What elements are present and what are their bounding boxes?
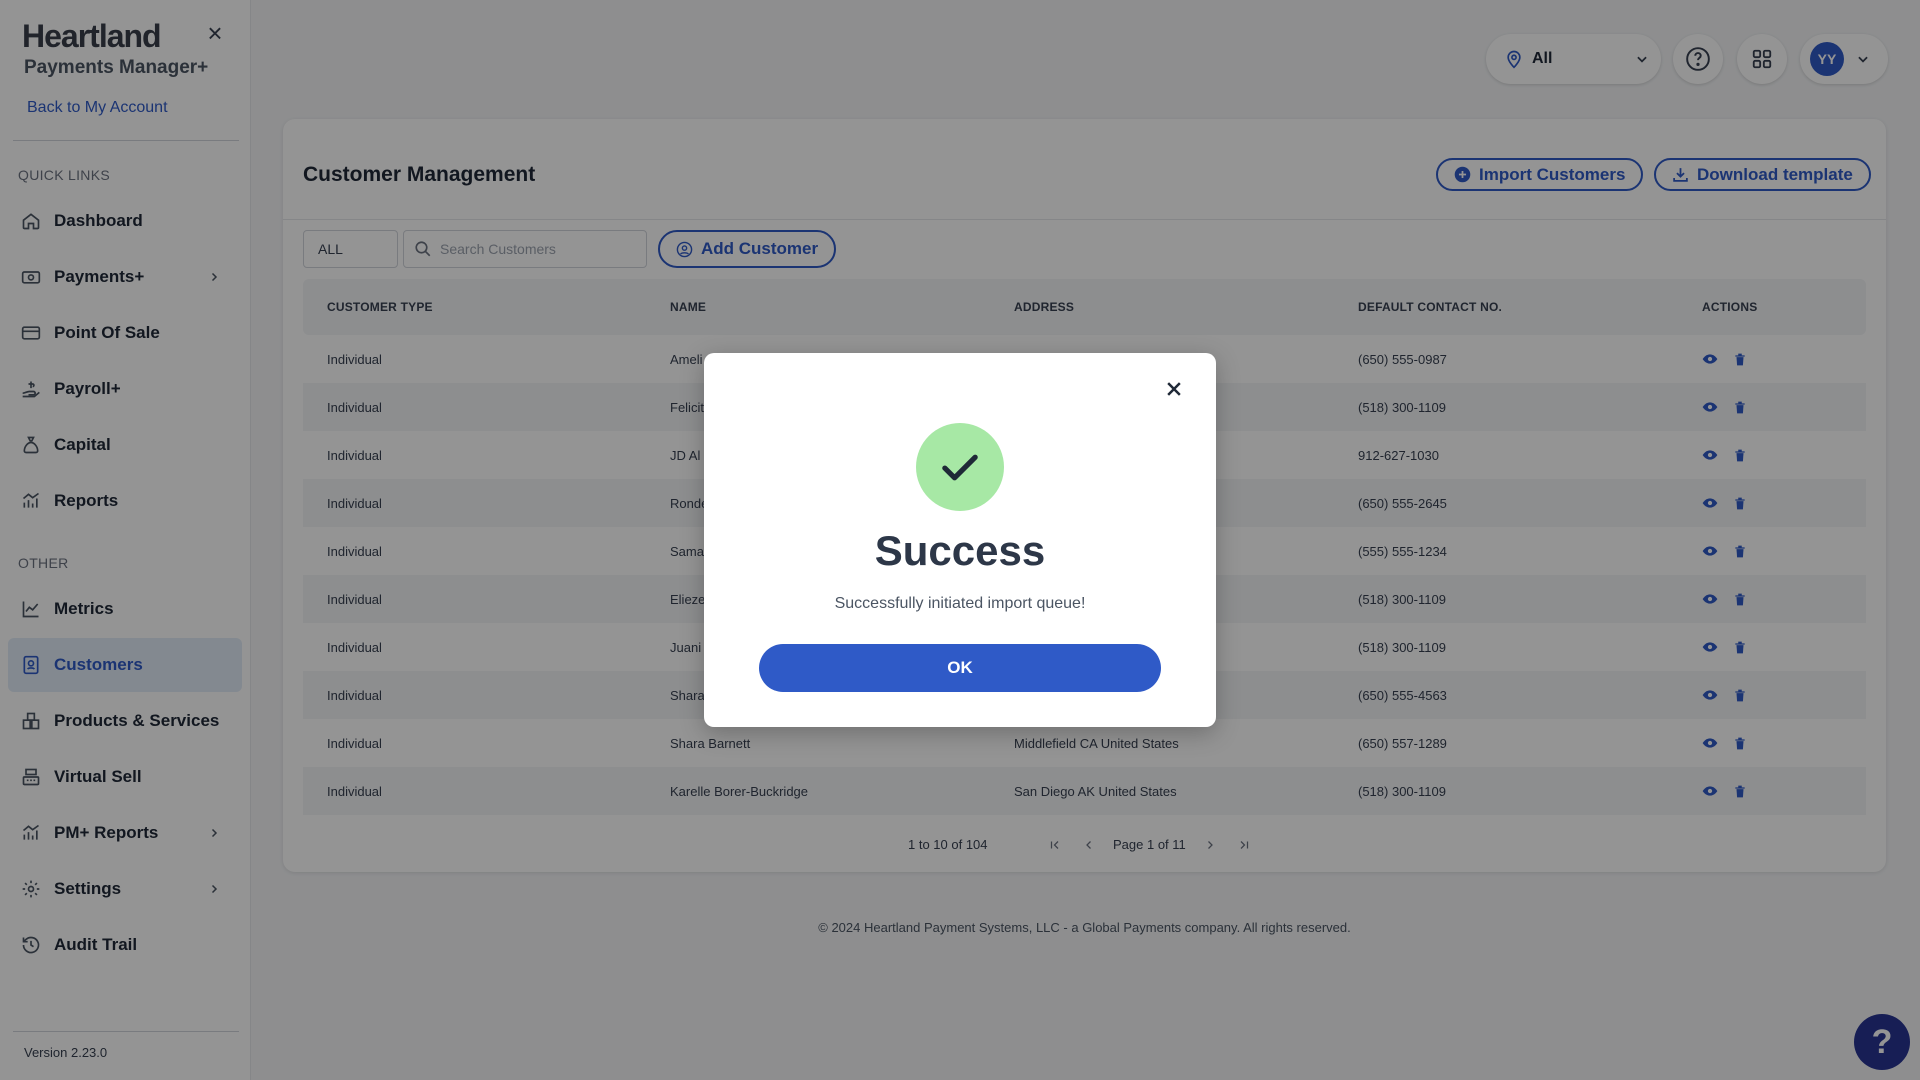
modal-message: Successfully initiated import queue! — [834, 595, 1086, 612]
close-icon[interactable] — [1160, 375, 1188, 403]
modal-title: Success — [874, 527, 1046, 574]
checkmark-icon — [916, 423, 1004, 511]
success-dialog: Success Successfully initiated import qu… — [704, 353, 1216, 727]
ok-button[interactable]: OK — [759, 644, 1161, 692]
